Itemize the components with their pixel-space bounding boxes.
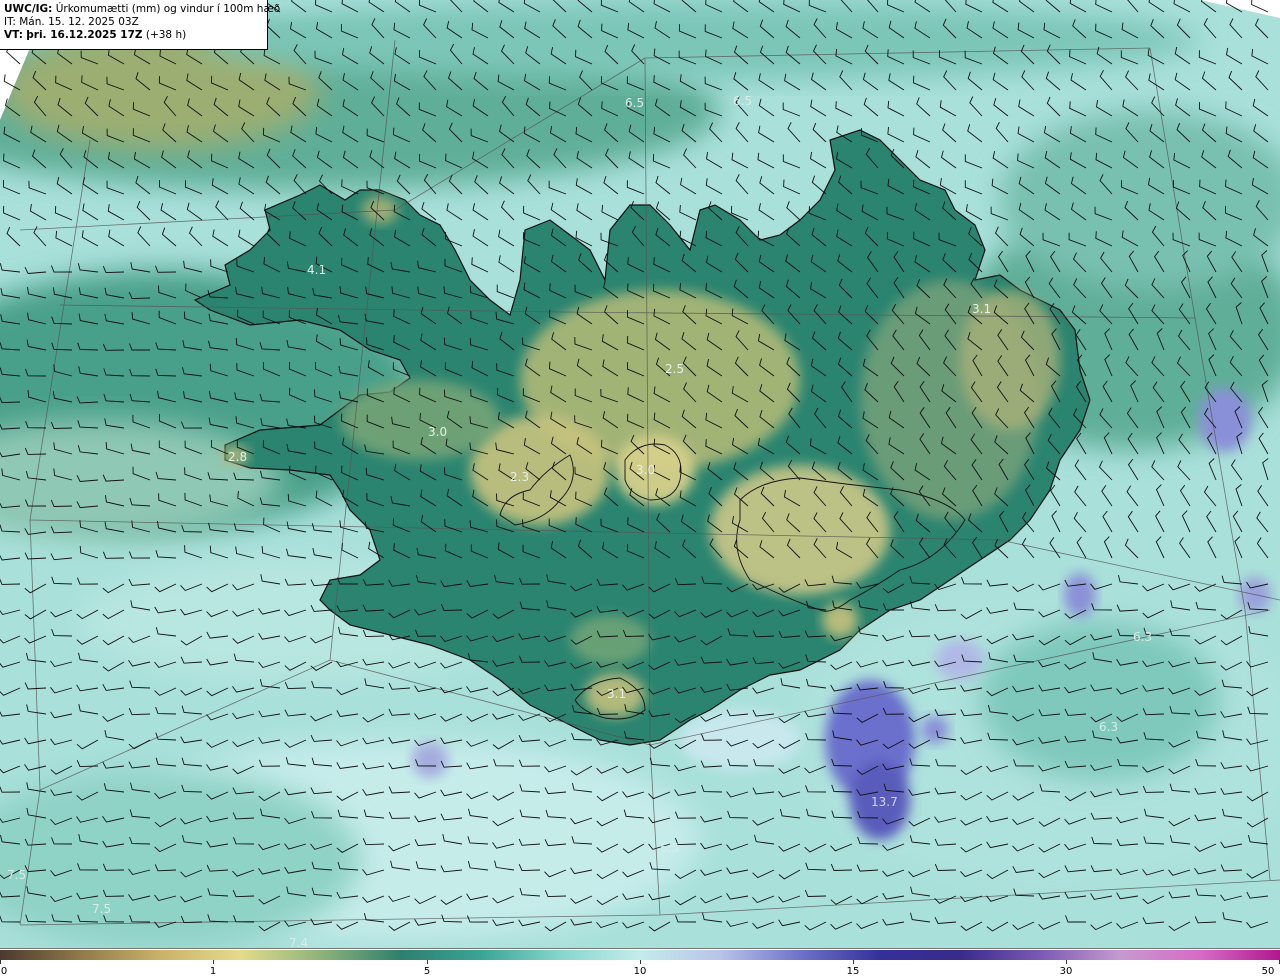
map-label: 3.0 xyxy=(636,463,655,477)
colorbar-tick-mark xyxy=(1066,960,1067,964)
map-title: Úrkomumætti (mm) og vindur í 100m hæð xyxy=(55,3,281,15)
map-label: 7.5 xyxy=(92,902,111,916)
colorbar-tick-label: 5 xyxy=(423,966,431,977)
colorbar-tick-mark xyxy=(640,960,641,964)
wind-barb xyxy=(1251,0,1269,13)
colorbar-tick-label: 50 xyxy=(1261,966,1275,977)
map-label: 6.5 xyxy=(733,94,752,108)
map-label: 6.5 xyxy=(625,96,644,110)
colorbar-tick-mark xyxy=(0,960,1,964)
map-label: 2.5 xyxy=(665,362,684,376)
init-time: Mán. 15. 12. 2025 03Z xyxy=(19,16,139,28)
map-label: 6.3 xyxy=(1133,630,1152,644)
map-label: 3.0 xyxy=(428,425,447,439)
lead-time: (+38 h) xyxy=(145,29,187,41)
colorbar-legend: 0 1 5 10 15 30 50 xyxy=(0,948,1280,979)
product-label: UWC/IG: xyxy=(4,3,53,15)
colorbar-tick-label: 1 xyxy=(209,966,217,977)
map-label: 7.5 xyxy=(7,868,26,882)
map-label: 13.7 xyxy=(871,795,898,809)
map-label: 3.1 xyxy=(607,687,626,701)
map-canvas: 4.1 3.1 2.5 3.0 2.8 2.3 3.0 6.5 6.5 6.3 … xyxy=(0,0,1280,948)
init-time-line: IT: Mán. 15. 12. 2025 03Z xyxy=(4,16,263,29)
colorbar-tick-label: 30 xyxy=(1059,966,1073,977)
forecast-map: 4.1 3.1 2.5 3.0 2.8 2.3 3.0 6.5 6.5 6.3 … xyxy=(0,0,1280,948)
colorbar-tick-label: 15 xyxy=(846,966,860,977)
valid-time-line: VT: þri. 16.12.2025 17Z (+38 h) xyxy=(4,29,263,42)
map-label: 3.1 xyxy=(972,302,991,316)
map-label: 4.1 xyxy=(307,263,326,277)
colorbar-tick-mark xyxy=(427,960,428,964)
map-label: 7.4 xyxy=(289,936,308,948)
init-label: IT: xyxy=(4,16,16,28)
colorbar-tick-label: 10 xyxy=(633,966,647,977)
map-label: 2.8 xyxy=(228,450,247,464)
colorbar-gradient xyxy=(0,950,1280,960)
map-label: 6.3 xyxy=(1099,720,1118,734)
colorbar-tick-mark xyxy=(213,960,214,964)
map-label: 5.5 xyxy=(660,841,679,855)
title-line: UWC/IG: Úrkomumætti (mm) og vindur í 100… xyxy=(4,3,280,16)
colorbar-tick-mark xyxy=(853,960,854,964)
map-label: 2.3 xyxy=(510,470,529,484)
map-header: UWC/IG: Úrkomumætti (mm) og vindur í 100… xyxy=(0,0,280,50)
valid-time: þri. 16.12.2025 17Z xyxy=(26,29,143,41)
valid-label: VT: xyxy=(4,29,23,41)
colorbar-tick-label: 0 xyxy=(0,966,8,977)
